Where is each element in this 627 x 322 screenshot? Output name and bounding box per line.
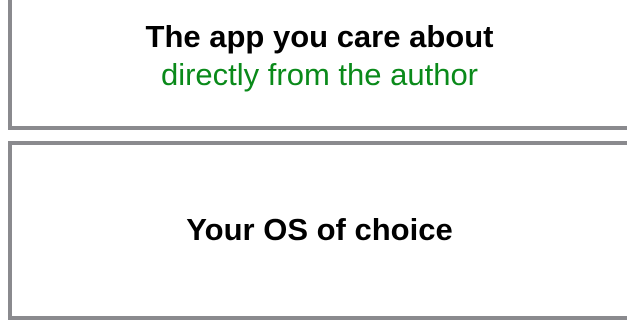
- app-layer-title: The app you care about: [145, 19, 494, 54]
- os-layer-title: Your OS of choice: [186, 211, 453, 247]
- app-layer-subtitle: directly from the author: [160, 57, 479, 92]
- app-layer-box: The app you care about directly from the…: [8, 0, 627, 130]
- os-layer-box: Your OS of choice: [8, 141, 627, 320]
